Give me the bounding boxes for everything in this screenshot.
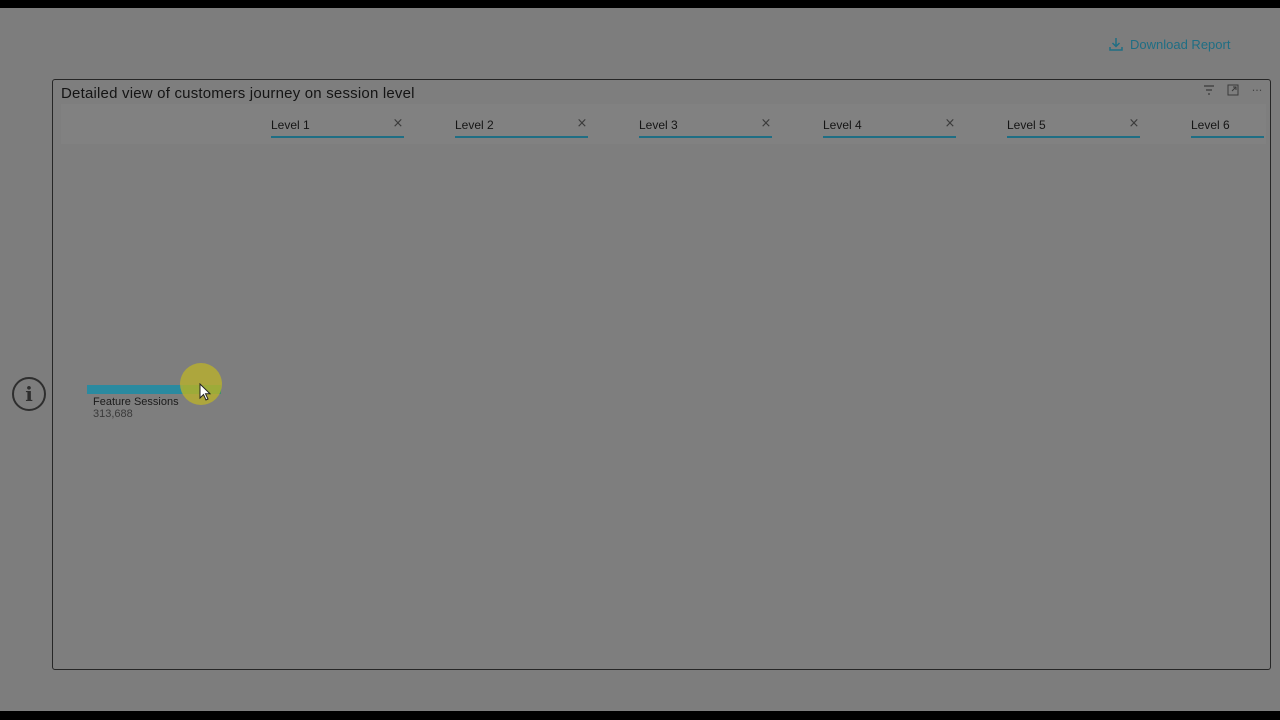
level-label: Level 2 xyxy=(455,118,494,132)
close-icon[interactable]: × xyxy=(1128,116,1140,132)
level-header-3[interactable]: Level 3 × xyxy=(639,116,772,138)
level-headers: Level 1 × Level 2 × Level 3 × Level 4 × … xyxy=(61,104,1266,144)
level-header-5[interactable]: Level 5 × xyxy=(1007,116,1140,138)
level-header-1[interactable]: Level 1 × xyxy=(271,116,404,138)
level-header-2[interactable]: Level 2 × xyxy=(455,116,588,138)
node-value: 313,688 xyxy=(93,408,133,420)
level-header-6[interactable]: Level 6 xyxy=(1191,116,1264,138)
close-icon[interactable]: × xyxy=(760,116,772,132)
node-label: Feature Sessions xyxy=(93,396,179,408)
report-canvas: Download Report i Detailed view of custo… xyxy=(0,8,1280,711)
download-report-label: Download Report xyxy=(1130,36,1231,52)
level-label: Level 3 xyxy=(639,118,678,132)
info-icon[interactable]: i xyxy=(12,377,46,411)
level-label: Level 6 xyxy=(1191,118,1230,132)
level-label: Level 5 xyxy=(1007,118,1046,132)
close-icon[interactable]: × xyxy=(392,116,404,132)
mouse-pointer-icon xyxy=(199,382,213,403)
download-icon xyxy=(1108,36,1124,52)
visual-title: Detailed view of customers journey on se… xyxy=(61,85,415,102)
filter-icon[interactable] xyxy=(1202,83,1216,97)
more-options-icon[interactable]: ··· xyxy=(1250,83,1264,97)
download-report-button[interactable]: Download Report xyxy=(1108,34,1230,54)
decomposition-tree-visual: Detailed view of customers journey on se… xyxy=(52,79,1271,670)
close-icon[interactable]: × xyxy=(576,116,588,132)
info-glyph: i xyxy=(25,382,33,406)
level-header-4[interactable]: Level 4 × xyxy=(823,116,956,138)
visual-header-tools: ··· xyxy=(1202,83,1264,97)
level-label: Level 4 xyxy=(823,118,862,132)
level-label: Level 1 xyxy=(271,118,310,132)
close-icon[interactable]: × xyxy=(944,116,956,132)
focus-mode-icon[interactable] xyxy=(1226,83,1240,97)
